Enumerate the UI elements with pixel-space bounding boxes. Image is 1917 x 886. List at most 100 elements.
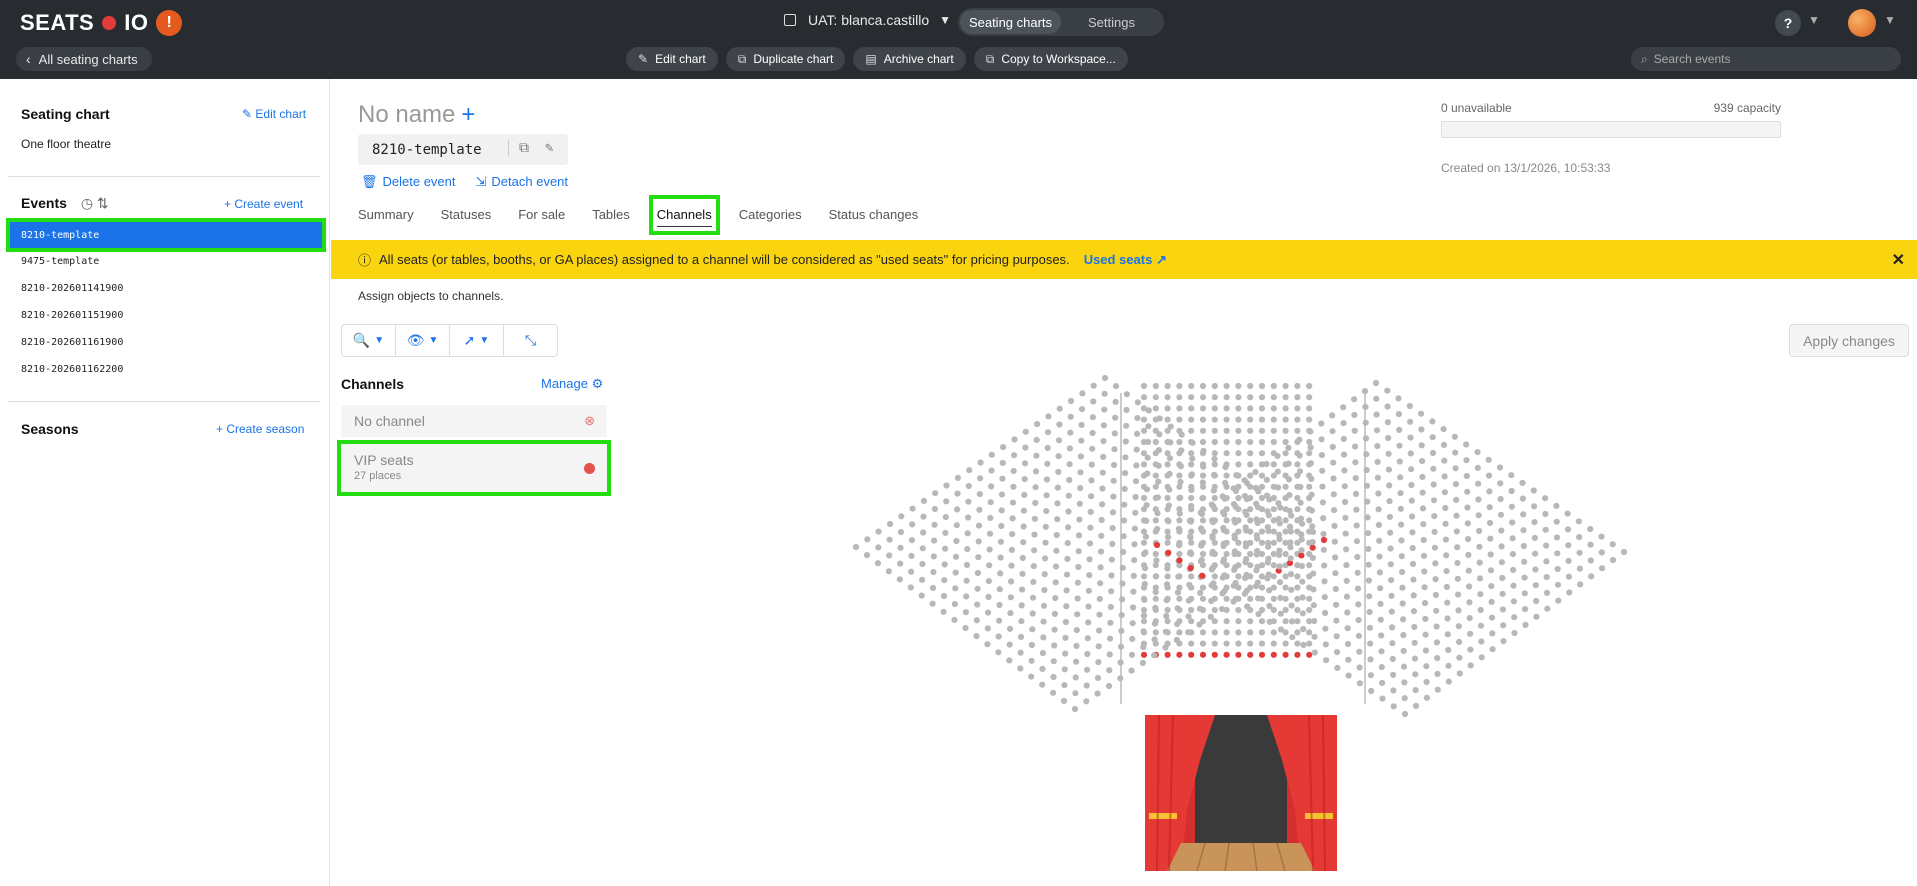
seat[interactable]	[1352, 443, 1359, 450]
seat[interactable]	[1128, 651, 1136, 658]
seat[interactable]	[1122, 454, 1129, 461]
seat[interactable]	[1331, 538, 1338, 545]
seat[interactable]	[1320, 530, 1327, 538]
seat[interactable]	[1167, 439, 1174, 446]
seat[interactable]	[1045, 413, 1052, 420]
seat[interactable]	[1174, 605, 1181, 612]
seat[interactable]	[1166, 470, 1173, 477]
seat[interactable]	[863, 552, 871, 559]
seat[interactable]	[1074, 579, 1081, 586]
seat[interactable]	[1270, 550, 1277, 558]
seat[interactable]	[998, 522, 1005, 530]
seat[interactable]	[1467, 662, 1474, 669]
seat[interactable]	[1282, 438, 1289, 446]
seat[interactable]	[1455, 623, 1462, 630]
seat[interactable]	[1411, 623, 1418, 631]
seat[interactable]	[1430, 481, 1437, 488]
seat[interactable]	[1258, 584, 1266, 591]
seat[interactable]	[1067, 413, 1074, 420]
seat[interactable]	[1098, 532, 1105, 539]
seat[interactable]	[1475, 480, 1482, 487]
seat[interactable]	[1235, 394, 1242, 401]
seat[interactable]	[1166, 455, 1174, 462]
seat[interactable]	[1270, 416, 1277, 423]
seat[interactable]	[1467, 646, 1474, 653]
seat[interactable]	[1211, 471, 1218, 478]
seat[interactable]	[1107, 635, 1114, 642]
seat[interactable]	[1411, 655, 1419, 662]
seat[interactable]	[1270, 461, 1277, 468]
seat[interactable]	[1474, 464, 1481, 471]
seat[interactable]	[1265, 539, 1272, 547]
seat[interactable]	[954, 490, 961, 497]
seat[interactable]	[1076, 500, 1083, 507]
seat[interactable]	[1144, 454, 1151, 461]
seat[interactable]	[1396, 426, 1403, 433]
seat[interactable]	[1354, 585, 1362, 592]
seat[interactable]	[1294, 394, 1301, 401]
seat[interactable]	[1163, 597, 1170, 604]
seat[interactable]	[1368, 687, 1375, 695]
seat[interactable]	[1077, 485, 1084, 492]
seat[interactable]	[1031, 531, 1038, 538]
seat[interactable]	[1423, 694, 1430, 701]
seat[interactable]	[1028, 657, 1035, 664]
seat[interactable]	[1043, 492, 1050, 499]
seat[interactable]	[1095, 659, 1102, 666]
seat[interactable]	[1408, 466, 1415, 473]
seat[interactable]	[1199, 550, 1207, 558]
seat[interactable]	[1199, 584, 1207, 591]
seat[interactable]	[1258, 438, 1266, 446]
seat[interactable]	[1294, 416, 1301, 423]
seat[interactable]	[1061, 666, 1068, 673]
seat[interactable]	[1022, 428, 1029, 435]
seat[interactable]	[1244, 603, 1251, 610]
seat[interactable]	[1242, 524, 1249, 531]
seat[interactable]	[1434, 655, 1441, 662]
seat[interactable]	[1318, 452, 1325, 459]
seat[interactable]	[1488, 583, 1495, 590]
seat[interactable]	[864, 536, 871, 543]
seat[interactable]	[1051, 642, 1058, 649]
seat[interactable]	[1177, 494, 1184, 501]
seat[interactable]	[1509, 535, 1516, 542]
seat[interactable]	[1385, 450, 1392, 457]
seat[interactable]	[1109, 540, 1116, 548]
seat[interactable]	[852, 543, 860, 551]
seat[interactable]	[1453, 512, 1460, 519]
seat[interactable]	[1270, 405, 1277, 412]
seat[interactable]	[1390, 687, 1397, 694]
seat[interactable]	[1139, 659, 1146, 667]
seat[interactable]	[1508, 503, 1515, 510]
seat[interactable]	[1200, 463, 1207, 470]
seat[interactable]	[1366, 624, 1373, 631]
seat[interactable]	[954, 474, 962, 481]
seat[interactable]	[1421, 600, 1429, 607]
seat[interactable]	[1254, 579, 1261, 586]
seat[interactable]	[1376, 553, 1383, 560]
seat[interactable]	[1497, 480, 1504, 487]
seat[interactable]	[1464, 504, 1471, 511]
seat[interactable]	[1270, 528, 1277, 535]
seat[interactable]	[1011, 452, 1018, 459]
seat[interactable]	[1223, 394, 1230, 401]
seat[interactable]	[1543, 574, 1550, 581]
seat[interactable]	[974, 585, 981, 592]
seat[interactable]	[1219, 606, 1226, 613]
seat[interactable]	[1105, 682, 1113, 690]
seat[interactable]	[1419, 473, 1426, 480]
seat[interactable]	[940, 608, 947, 615]
seat[interactable]	[1544, 605, 1551, 612]
seat[interactable]	[1164, 416, 1171, 423]
seat[interactable]	[1311, 633, 1318, 640]
seat[interactable]	[1235, 450, 1242, 457]
seat[interactable]	[1429, 418, 1436, 425]
seat[interactable]	[1074, 611, 1081, 618]
seat[interactable]	[1063, 571, 1071, 578]
seat[interactable]	[1445, 662, 1452, 669]
seat[interactable]	[1199, 479, 1206, 486]
seat[interactable]	[1411, 639, 1418, 646]
seat[interactable]	[1258, 450, 1266, 457]
vip-seat[interactable]	[1176, 651, 1183, 658]
seat[interactable]	[1034, 421, 1041, 428]
